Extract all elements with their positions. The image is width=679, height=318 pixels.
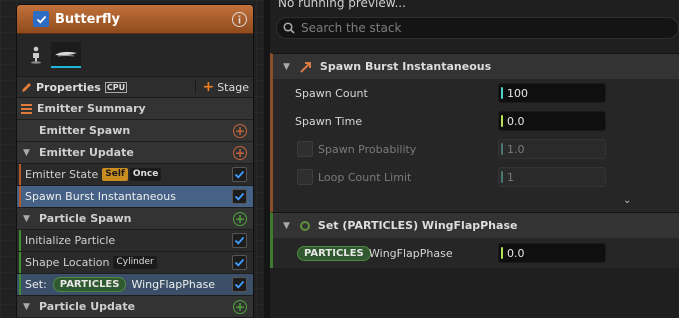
chevron-down-icon[interactable]: ▼ <box>283 221 290 231</box>
section-label: Emitter Update <box>39 146 134 159</box>
selection-panel: No running preview... Search the stack ▼… <box>270 0 679 318</box>
particles-pill: PARTICLES <box>297 245 371 261</box>
module-label: Spawn Burst Instantaneous <box>25 190 176 203</box>
self-tag: Self <box>102 168 128 181</box>
wingflapphase-input[interactable]: 0.0 <box>498 243 606 263</box>
add-module-button[interactable]: + <box>233 123 247 138</box>
once-tag: Once <box>129 168 162 181</box>
stack-search-input[interactable]: Search the stack <box>276 17 679 39</box>
emitter-node-header[interactable]: Butterfly <box>17 5 253 34</box>
emitter-node: Butterfly Properties CPU + Stage Emitter… <box>16 4 254 318</box>
override-checkbox[interactable] <box>297 169 313 185</box>
param-label: WingFlapPhase <box>369 246 453 260</box>
properties-row[interactable]: Properties CPU + Stage <box>17 76 253 98</box>
chevron-down-icon[interactable]: ▼ <box>23 214 33 224</box>
stage-label: Stage <box>217 80 249 94</box>
module-enable-checkbox[interactable] <box>232 255 247 270</box>
param-label: Spawn Probability <box>318 142 417 156</box>
figure-icon[interactable] <box>25 42 47 68</box>
add-module-button[interactable]: + <box>233 211 247 226</box>
chevron-down-icon[interactable]: ▼ <box>283 62 290 72</box>
module-label: WingFlapPhase <box>131 278 216 291</box>
param-row-wingflapphase: PARTICLES WingFlapPhase 0.0 <box>273 239 679 267</box>
module-set-wingflapphase[interactable]: Set: PARTICLES WingFlapPhase <box>17 274 253 296</box>
group-body-spawn-burst: Spawn Count 100 Spawn Time 0.0 Spawn Pro… <box>270 79 679 212</box>
module-initialize-particle[interactable]: Initialize Particle <box>17 230 253 252</box>
preview-status: No running preview... <box>278 0 406 10</box>
section-particle-spawn[interactable]: ▼ Particle Spawn + <box>17 208 253 230</box>
section-label: Particle Spawn <box>39 212 132 225</box>
spawn-count-input[interactable]: 100 <box>498 83 606 103</box>
group-title: Spawn Burst Instantaneous <box>319 60 492 73</box>
module-enable-checkbox[interactable] <box>232 189 247 204</box>
properties-label: Properties <box>36 80 101 94</box>
add-module-button[interactable]: + <box>233 299 247 314</box>
info-icon[interactable] <box>232 11 247 27</box>
spawn-time-input[interactable]: 0.0 <box>498 111 606 131</box>
cylinder-tag: Cylinder <box>113 256 157 269</box>
add-stage-button[interactable]: + Stage <box>195 79 249 95</box>
module-enable-checkbox[interactable] <box>232 233 247 248</box>
spawn-probability-input[interactable]: 1.0 <box>498 139 606 159</box>
group-body-set: PARTICLES WingFlapPhase 0.0 <box>270 238 679 268</box>
module-label: Initialize Particle <box>25 234 116 247</box>
module-label: Emitter State <box>25 168 99 181</box>
particles-pill: PARTICLES <box>52 277 127 292</box>
section-label: Particle Update <box>39 300 136 313</box>
section-label: Emitter Spawn <box>39 124 131 137</box>
check-icon <box>234 170 245 179</box>
param-label: Spawn Time <box>295 114 363 128</box>
set-prefix: Set: <box>25 278 47 291</box>
search-placeholder: Search the stack <box>301 21 402 35</box>
param-row-spawn-count: Spawn Count 100 <box>273 79 679 107</box>
search-icon <box>283 22 295 34</box>
add-module-button[interactable]: + <box>233 145 247 160</box>
group-header-spawn-burst[interactable]: ▼ Spawn Burst Instantaneous <box>270 53 679 79</box>
module-label: Shape Location <box>25 256 110 269</box>
section-emitter-spawn[interactable]: Emitter Spawn + <box>17 120 253 142</box>
check-icon <box>234 192 245 201</box>
emitter-enable-checkbox[interactable] <box>33 11 49 27</box>
module-arrow-icon <box>300 61 311 73</box>
emitter-summary-label: Emitter Summary <box>37 102 146 115</box>
param-row-spawn-time: Spawn Time 0.0 <box>273 107 679 135</box>
check-icon <box>234 236 245 245</box>
cpu-badge: CPU <box>104 81 128 93</box>
chevron-down-icon[interactable]: ▼ <box>23 148 33 158</box>
emitter-thumbnails <box>17 34 253 76</box>
module-shape-location[interactable]: Shape Location Cylinder <box>17 252 253 274</box>
check-icon <box>234 280 245 289</box>
check-icon <box>234 258 245 267</box>
section-emitter-update[interactable]: ▼ Emitter Update + <box>17 142 253 164</box>
override-checkbox[interactable] <box>297 141 313 157</box>
chevron-down-icon[interactable]: ▼ <box>23 302 33 312</box>
group-header-set[interactable]: ▼ Set (PARTICLES) WingFlapPhase <box>270 212 679 238</box>
param-row-spawn-probability: Spawn Probability 1.0 <box>273 135 679 163</box>
emitter-summary-row[interactable]: Emitter Summary <box>17 98 253 120</box>
check-icon <box>36 15 46 24</box>
param-label: Spawn Count <box>295 86 368 100</box>
loop-count-limit-input[interactable]: 1 <box>498 167 606 187</box>
chevron-down-icon[interactable]: ⌄ <box>623 195 631 206</box>
circle-icon <box>299 220 310 231</box>
section-particle-update[interactable]: ▼ Particle Update + <box>17 296 253 318</box>
pencil-icon <box>22 82 31 92</box>
list-icon <box>21 103 32 114</box>
group-title: Set (PARTICLES) WingFlapPhase <box>317 219 518 232</box>
emitter-title: Butterfly <box>55 11 120 27</box>
module-emitter-state[interactable]: Emitter State Self Once <box>17 164 253 186</box>
module-enable-checkbox[interactable] <box>232 167 247 182</box>
module-spawn-burst[interactable]: Spawn Burst Instantaneous <box>17 186 253 208</box>
emitter-thumbnail-icon[interactable] <box>51 42 81 68</box>
plus-icon: + <box>202 79 215 95</box>
module-enable-checkbox[interactable] <box>232 277 247 292</box>
param-row-loop-count-limit: Loop Count Limit 1 <box>273 163 679 191</box>
param-label: Loop Count Limit <box>318 170 412 184</box>
